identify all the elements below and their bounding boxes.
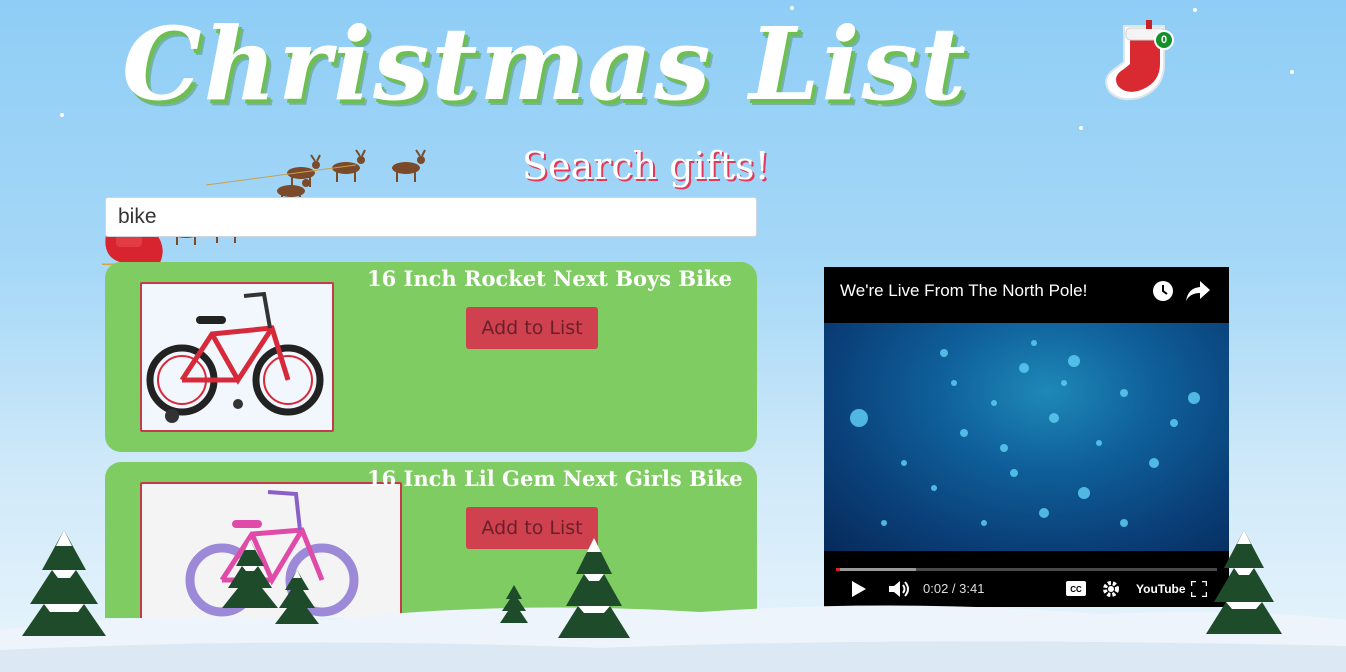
youtube-logo-text: YouTube: [1136, 582, 1186, 596]
results-list: 16 Inch Rocket Next Boys Bike Add to Lis…: [105, 262, 757, 618]
snow-dot: [1193, 8, 1197, 12]
video-player[interactable]: We're Live From The North Pole! 0:02 / 3…: [824, 267, 1229, 607]
product-name: 16 Inch Lil Gem Next Girls Bike: [367, 466, 743, 491]
snow-dot: [1079, 126, 1083, 130]
stocking-count-badge: 0: [1154, 30, 1174, 50]
video-time: 0:02 / 3:41: [923, 581, 985, 596]
pine-tree-icon: [558, 538, 630, 638]
pine-tree-icon: [500, 585, 528, 623]
snow-particles: [850, 340, 1200, 527]
list-item: 16 Inch Lil Gem Next Girls Bike Add to L…: [105, 462, 757, 618]
video-buffered-bar: [836, 568, 916, 571]
video-progress-bar[interactable]: [836, 568, 1217, 571]
video-played-bar: [836, 568, 840, 571]
pine-tree-icon: [222, 540, 278, 608]
snow-dot: [1290, 70, 1294, 74]
product-image: [140, 282, 334, 432]
volume-icon[interactable]: [889, 580, 911, 598]
bike-image-icon: [146, 291, 324, 423]
pine-tree-icon: [275, 570, 319, 624]
play-icon[interactable]: [852, 581, 866, 597]
snow-dot: [60, 113, 64, 117]
pine-tree-icon: [22, 530, 106, 636]
share-icon[interactable]: [1186, 281, 1210, 301]
stocking-cart-button[interactable]: 0: [1102, 18, 1176, 102]
captions-icon[interactable]: CC: [1066, 581, 1086, 596]
list-item: 16 Inch Rocket Next Boys Bike Add to Lis…: [105, 262, 757, 452]
product-name: 16 Inch Rocket Next Boys Bike: [367, 266, 732, 291]
youtube-logo-icon[interactable]: YouTube: [1136, 581, 1186, 597]
fullscreen-icon[interactable]: [1191, 581, 1207, 597]
snow-ground: [0, 605, 1346, 672]
add-to-list-button[interactable]: Add to List: [466, 307, 598, 349]
settings-icon[interactable]: [1102, 580, 1120, 598]
svg-text:CC: CC: [1070, 585, 1082, 594]
search-input[interactable]: [105, 197, 757, 237]
watch-later-icon[interactable]: [1152, 280, 1174, 302]
page-title: Christmas List: [122, 5, 968, 123]
video-title[interactable]: We're Live From The North Pole!: [840, 281, 1087, 301]
video-frame[interactable]: [824, 323, 1229, 551]
pine-tree-icon: [1206, 530, 1282, 634]
video-controls: 0:02 / 3:41 CC YouTube: [824, 551, 1229, 607]
search-heading: Search gifts!: [522, 144, 770, 188]
